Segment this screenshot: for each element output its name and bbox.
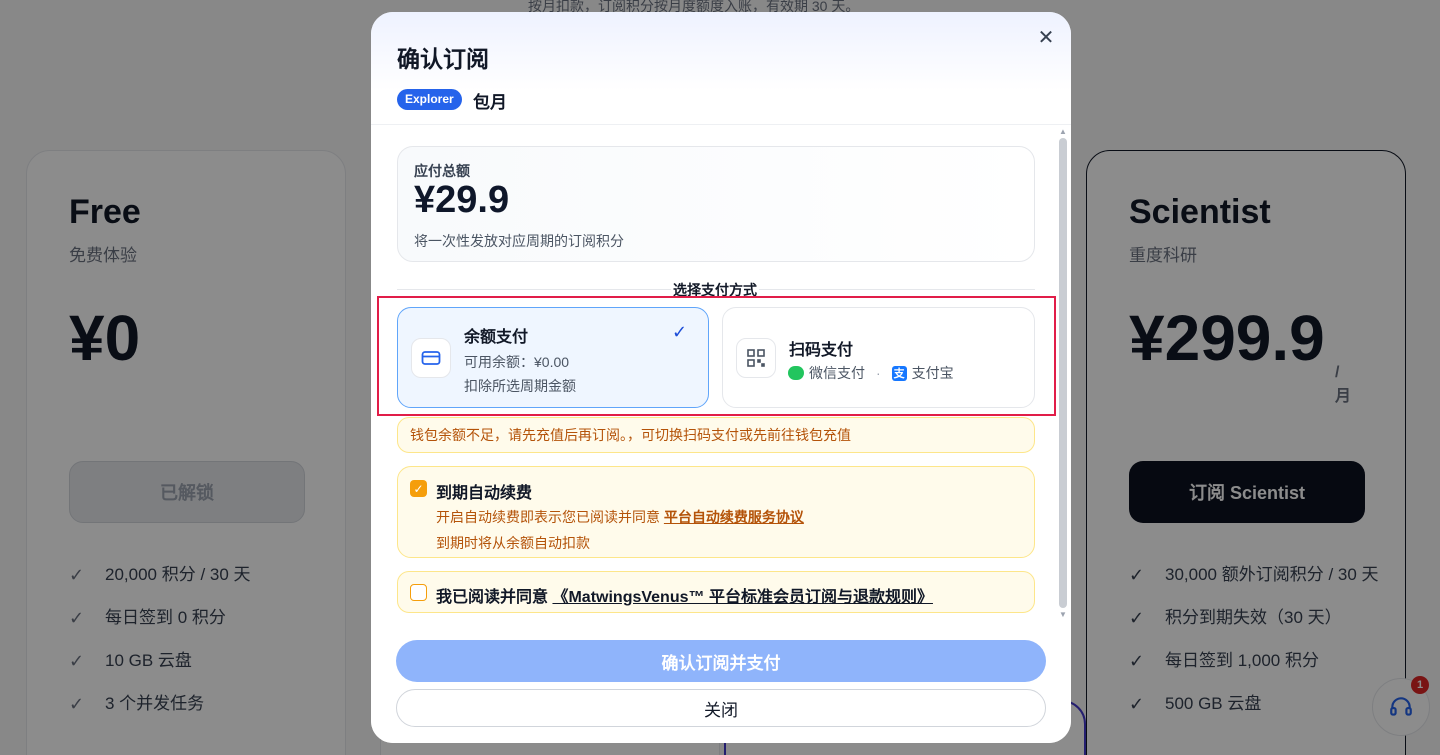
billing-cycle: 包月 bbox=[473, 93, 507, 112]
balance-payment-option[interactable]: 余额支付 可用余额：¥0.00 扣除所选周期金额 ✓ bbox=[397, 307, 709, 408]
plan-badge: Explorer bbox=[397, 89, 462, 110]
auto-renew-title: 到期自动续费 bbox=[436, 485, 533, 502]
auto-renew-section: ✓ 到期自动续费 开启自动续费即表示您已阅读并同意 平台自动续费服务协议 到期时… bbox=[397, 466, 1035, 558]
scan-methods: 微信支付 · 支 支付宝 bbox=[788, 363, 954, 383]
insufficient-balance-warning: 钱包余额不足，请先充值后再订阅。，可切换扫码支付或先前往钱包充值 bbox=[397, 417, 1035, 453]
card-icon bbox=[411, 338, 451, 378]
dialog-footer: 确认订阅并支付 关闭 bbox=[371, 622, 1071, 743]
wechat-pay-label: 微信支付 bbox=[809, 365, 865, 381]
payment-option-desc: 扣除所选周期金额 bbox=[464, 378, 576, 394]
auto-renew-checkbox[interactable]: ✓ bbox=[410, 480, 427, 497]
total-note: 将一次性发放对应周期的订阅积分 bbox=[414, 233, 624, 249]
agreement-text: 我已阅读并同意 《MatwingsVenus™ 平台标准会员订阅与退款规则》 bbox=[436, 589, 933, 606]
dialog-header: 确认订阅 Explorer 包月 ✕ bbox=[371, 12, 1071, 125]
alipay-label: 支付宝 bbox=[911, 365, 954, 381]
confirm-pay-button[interactable]: 确认订阅并支付 bbox=[396, 640, 1046, 682]
scrollbar[interactable] bbox=[1059, 138, 1067, 608]
total-label: 应付总额 bbox=[414, 163, 470, 179]
agreement-section: 我已阅读并同意 《MatwingsVenus™ 平台标准会员订阅与退款规则》 bbox=[397, 571, 1035, 613]
payment-option-name: 余额支付 bbox=[464, 329, 529, 346]
close-button[interactable]: 关闭 bbox=[396, 689, 1046, 727]
agreement-checkbox[interactable] bbox=[410, 584, 427, 601]
scroll-up-arrow[interactable]: ▲ bbox=[1059, 127, 1067, 136]
alipay-icon: 支 bbox=[891, 365, 907, 381]
separator: · bbox=[876, 365, 881, 381]
auto-renew-agreement-link[interactable]: 平台自动续费服务协议 bbox=[664, 509, 804, 525]
close-icon[interactable]: ✕ bbox=[1035, 27, 1057, 49]
total-amount: ¥29.9 bbox=[414, 179, 510, 221]
confirm-subscription-dialog: 确认订阅 Explorer 包月 ✕ 应付总额 ¥29.9 将一次性发放对应周期… bbox=[371, 12, 1071, 743]
payment-option-name: 扫码支付 bbox=[789, 342, 854, 359]
qr-code-icon bbox=[736, 338, 776, 378]
total-summary: 应付总额 ¥29.9 将一次性发放对应周期的订阅积分 bbox=[397, 146, 1035, 262]
wechat-pay-icon bbox=[788, 366, 804, 380]
dialog-title: 确认订阅 bbox=[397, 46, 489, 72]
auto-renew-desc: 开启自动续费即表示您已阅读并同意 平台自动续费服务协议 bbox=[436, 509, 804, 525]
selected-check-icon: ✓ bbox=[672, 322, 688, 342]
refund-rules-link[interactable]: 《MatwingsVenus™ 平台标准会员订阅与退款规则》 bbox=[552, 589, 932, 606]
auto-renew-note: 到期时将从余额自动扣款 bbox=[436, 535, 590, 551]
available-balance: 可用余额：¥0.00 bbox=[464, 354, 570, 370]
scroll-down-arrow[interactable]: ▼ bbox=[1059, 610, 1067, 619]
scan-payment-option[interactable]: 扫码支付 微信支付 · 支 支付宝 bbox=[722, 307, 1035, 408]
